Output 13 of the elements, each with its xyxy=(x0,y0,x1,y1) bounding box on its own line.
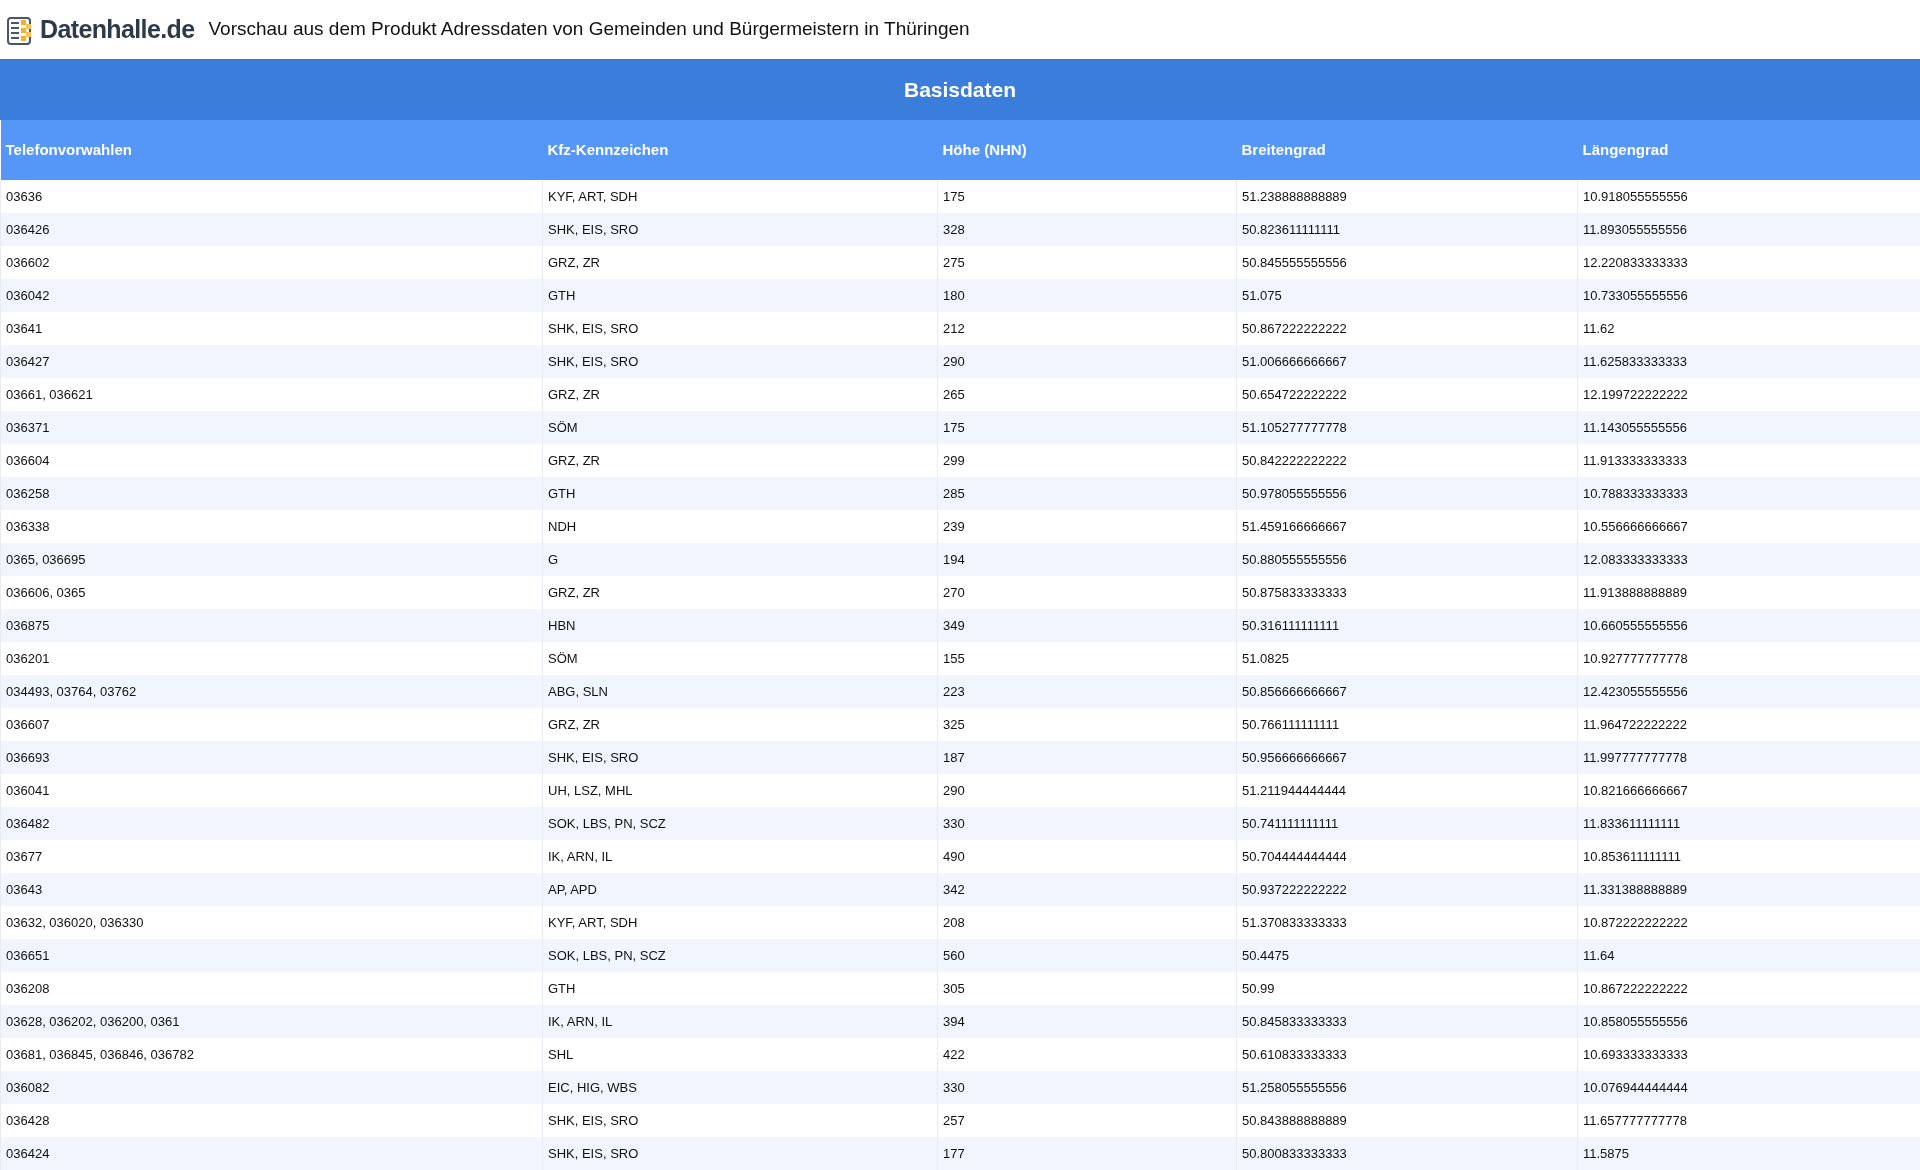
logo-text[interactable]: Datenhalle.de xyxy=(40,10,195,49)
column-header: Telefonvorwahlen xyxy=(0,120,543,180)
column-header: Kfz-Kennzeichen xyxy=(542,120,938,180)
table-cell: 177 xyxy=(937,1137,1237,1170)
column-header: Längengrad xyxy=(1577,120,1920,180)
table-cell: 11.5875 xyxy=(1577,1137,1920,1170)
table-cell: SHK, EIS, SRO xyxy=(542,1137,938,1170)
section-title: Basisdaten xyxy=(0,59,1920,120)
column-header: Höhe (NHN) xyxy=(937,120,1237,180)
column-header: Breitengrad xyxy=(1236,120,1578,180)
table-cell: 036424 xyxy=(0,1137,543,1170)
table-cell: 50.800833333333 xyxy=(1236,1137,1578,1170)
page-title: Vorschau aus dem Produkt Adressdaten von Gemeinden und Bürgermeistern in Thüringen xyxy=(208,17,970,42)
